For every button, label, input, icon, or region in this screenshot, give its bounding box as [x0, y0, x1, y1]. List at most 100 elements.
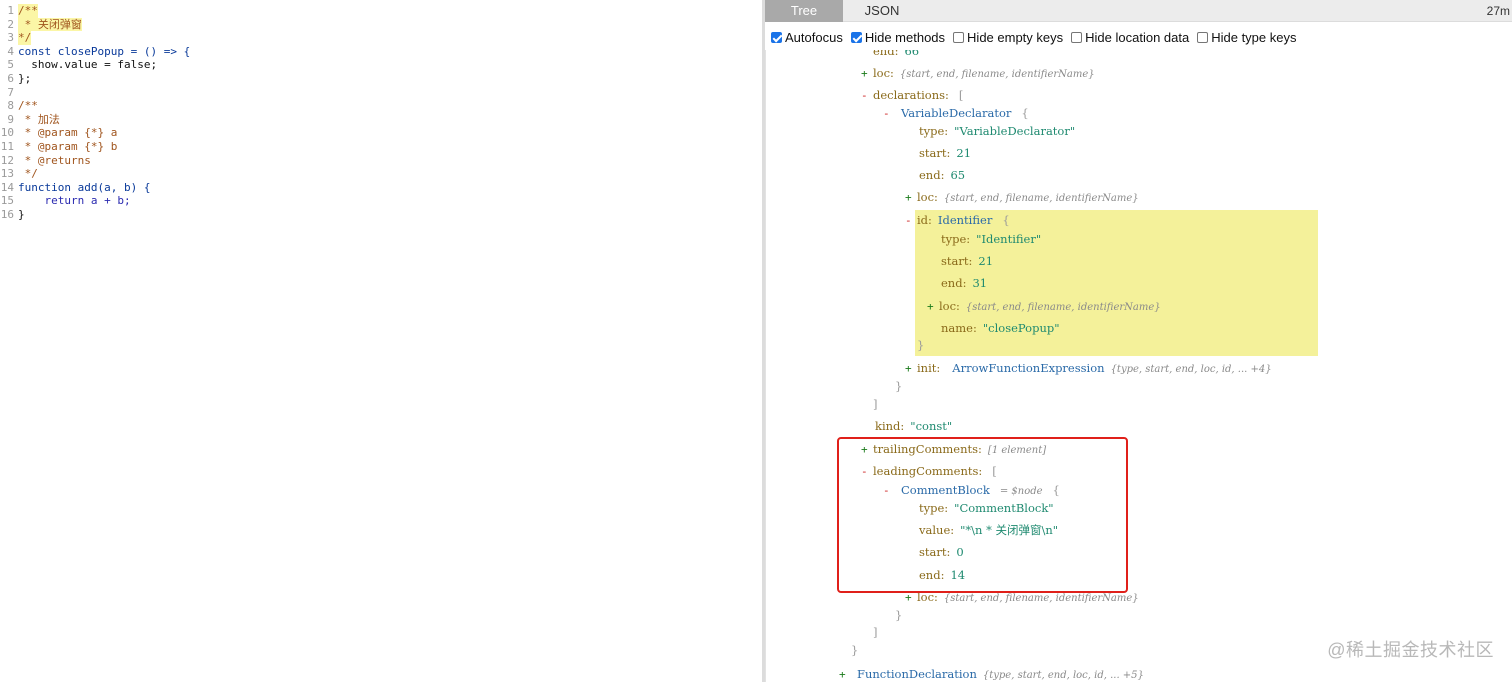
tree-close-brace: }	[851, 643, 859, 657]
expand-toggle[interactable]: +	[927, 298, 939, 316]
tree-summary: {start, end, filename, identifierName}	[943, 593, 1139, 604]
tree-bracket: [	[958, 88, 964, 102]
code-line-4: 4 const closePopup = () => {	[7, 44, 191, 58]
code-editor[interactable]: 1/** 2 * 关闭弹窗 3 */ 4 const closePopup = ()…	[0, 0, 762, 682]
option-autofocus[interactable]: Autofocus	[771, 30, 843, 45]
tree-bracket: {	[1002, 213, 1010, 227]
expand-toggle[interactable]: +	[905, 360, 917, 378]
code-line-8: 8/**	[7, 99, 38, 113]
hide-location-checkbox[interactable]	[1071, 31, 1083, 43]
code-line-12: 12 * @returns	[0, 153, 91, 167]
tree-row-declarations[interactable]: - declarations: [	[861, 86, 963, 104]
tree-value: "closePopup"	[982, 321, 1060, 335]
node-type[interactable]: FunctionDeclaration	[857, 667, 977, 681]
tree-row-type: type: "VariableDeclarator"	[907, 122, 1075, 140]
tree-key: start:	[919, 146, 951, 160]
tree-summary: {start, end, filename, identifierName}	[899, 69, 1095, 80]
tree-row-end: end: 31	[929, 274, 987, 292]
tree-key[interactable]: id:	[917, 213, 932, 227]
tree-key[interactable]: init:	[917, 361, 940, 375]
option-hide-type-keys[interactable]: Hide type keys	[1197, 30, 1296, 45]
hide-empty-keys-label: Hide empty keys	[967, 29, 1064, 45]
tree-value: 21	[978, 254, 994, 268]
tree-value: "VariableDeclarator"	[954, 124, 1076, 138]
code-line-9: 9 * 加法	[7, 112, 60, 126]
autofocus-label: Autofocus	[785, 29, 843, 45]
tree-key[interactable]: declarations:	[873, 88, 949, 102]
code-line-14: 14 function add(a, b) {	[0, 180, 151, 194]
tree-key[interactable]: loc:	[939, 299, 960, 313]
node-type[interactable]: VariableDeclarator	[901, 106, 1011, 120]
code-line-16: 16}	[0, 208, 25, 221]
hide-type-keys-checkbox[interactable]	[1197, 31, 1209, 43]
tree-key: start:	[941, 254, 973, 268]
tree-key: type:	[919, 124, 949, 138]
tree-value: 31	[972, 276, 988, 290]
node-type[interactable]: Identifier	[938, 213, 992, 227]
hide-methods-label: Hide methods	[864, 29, 946, 45]
option-hide-empty-keys[interactable]: Hide empty keys	[953, 30, 1063, 45]
ast-tree[interactable]: end: 66 + loc: {start, end, filename, ident…	[765, 50, 1512, 682]
tree-summary: {start, end, filename, identifierName}	[965, 302, 1161, 313]
tree-close-brace: }	[895, 379, 903, 393]
tree-row-function-declaration[interactable]: + FunctionDeclaration {type, start, end, l…	[839, 665, 1144, 682]
tree-key: kind:	[875, 419, 905, 433]
parse-time: 27m	[1486, 4, 1510, 18]
tree-summary: {type, start, end, loc, id, ... +4}	[1110, 364, 1272, 375]
code-line-10: 10 * @param {*} a	[0, 126, 118, 140]
hide-empty-keys-checkbox[interactable]	[953, 31, 965, 43]
tab-json[interactable]: JSON	[843, 0, 921, 22]
tree-row-kind: kind: "const"	[863, 417, 952, 435]
tree-row-loc[interactable]: + loc: {start, end, filename, identifierNa…	[905, 188, 1139, 206]
node-type[interactable]: ArrowFunctionExpression	[952, 361, 1104, 375]
hide-location-label: Hide location data	[1085, 29, 1190, 45]
hide-type-keys-label: Hide type keys	[1211, 29, 1297, 45]
tree-row-loc[interactable]: + loc: {start, end, filename, identifierNa…	[861, 64, 1095, 82]
code-line-7: 7	[7, 85, 14, 99]
tree-row-start: start: 21	[929, 252, 993, 270]
tree-options: Autofocus Hide methods Hide empty keys H…	[765, 26, 1304, 48]
collapse-toggle[interactable]: -	[905, 212, 917, 230]
tree-row-id[interactable]: - id: Identifier {	[905, 211, 1010, 229]
tree-row-start: start: 21	[907, 144, 971, 162]
code-line-6: 6};	[7, 72, 32, 85]
expand-toggle[interactable]: +	[861, 65, 873, 83]
code-line-2: 2 * 关闭弹窗	[7, 17, 82, 32]
tree-summary: {type, start, end, loc, id, ... +5}	[982, 670, 1144, 681]
option-hide-methods[interactable]: Hide methods	[850, 29, 946, 45]
option-hide-location-data[interactable]: Hide location data	[1071, 30, 1189, 45]
tree-key: end:	[873, 50, 899, 58]
code-line-13: 13 */	[0, 167, 38, 181]
tree-value: 66	[904, 50, 920, 58]
hide-methods-checkbox[interactable]	[850, 31, 862, 43]
tree-value: "const"	[910, 419, 953, 433]
tree-close-bracket: ]	[873, 397, 878, 411]
tree-guide-line	[765, 50, 766, 682]
tree-key: name:	[941, 321, 977, 335]
tree-key[interactable]: loc:	[873, 66, 894, 80]
tree-row-init[interactable]: + init: ArrowFunctionExpression {type, star…	[905, 359, 1272, 377]
tree-row-variable-declarator[interactable]: - VariableDeclarator {	[883, 104, 1029, 122]
tree-row-type: type: "Identifier"	[929, 230, 1041, 248]
expand-toggle[interactable]: +	[905, 189, 917, 207]
collapse-toggle[interactable]: -	[861, 87, 873, 105]
code-line-15: 15 return a + b;	[0, 194, 131, 208]
tree-row-end: end: 66	[861, 50, 919, 60]
annotation-red-box	[837, 437, 1128, 593]
code-line-3: 3 */	[7, 31, 32, 45]
expand-toggle[interactable]: +	[839, 666, 851, 682]
tree-key: end:	[941, 276, 967, 290]
tree-close-brace: }	[917, 338, 925, 352]
tab-tree[interactable]: Tree	[765, 0, 843, 22]
tree-row-end: end: 65	[907, 166, 965, 184]
autofocus-checkbox[interactable]	[771, 31, 782, 43]
tree-bracket: {	[1021, 106, 1029, 120]
tree-value: "Identifier"	[976, 232, 1042, 246]
tree-key[interactable]: loc:	[917, 190, 938, 204]
tree-row-loc[interactable]: + loc: {start, end, filename, identifierNa…	[927, 297, 1161, 315]
collapse-toggle[interactable]: -	[883, 105, 895, 123]
tree-key: end:	[919, 168, 945, 182]
tree-row-name: name: "closePopup"	[929, 319, 1060, 337]
tree-key: type:	[941, 232, 971, 246]
ast-tree-scroll[interactable]: end: 66 + loc: {start, end, filename, ident…	[765, 50, 1512, 682]
